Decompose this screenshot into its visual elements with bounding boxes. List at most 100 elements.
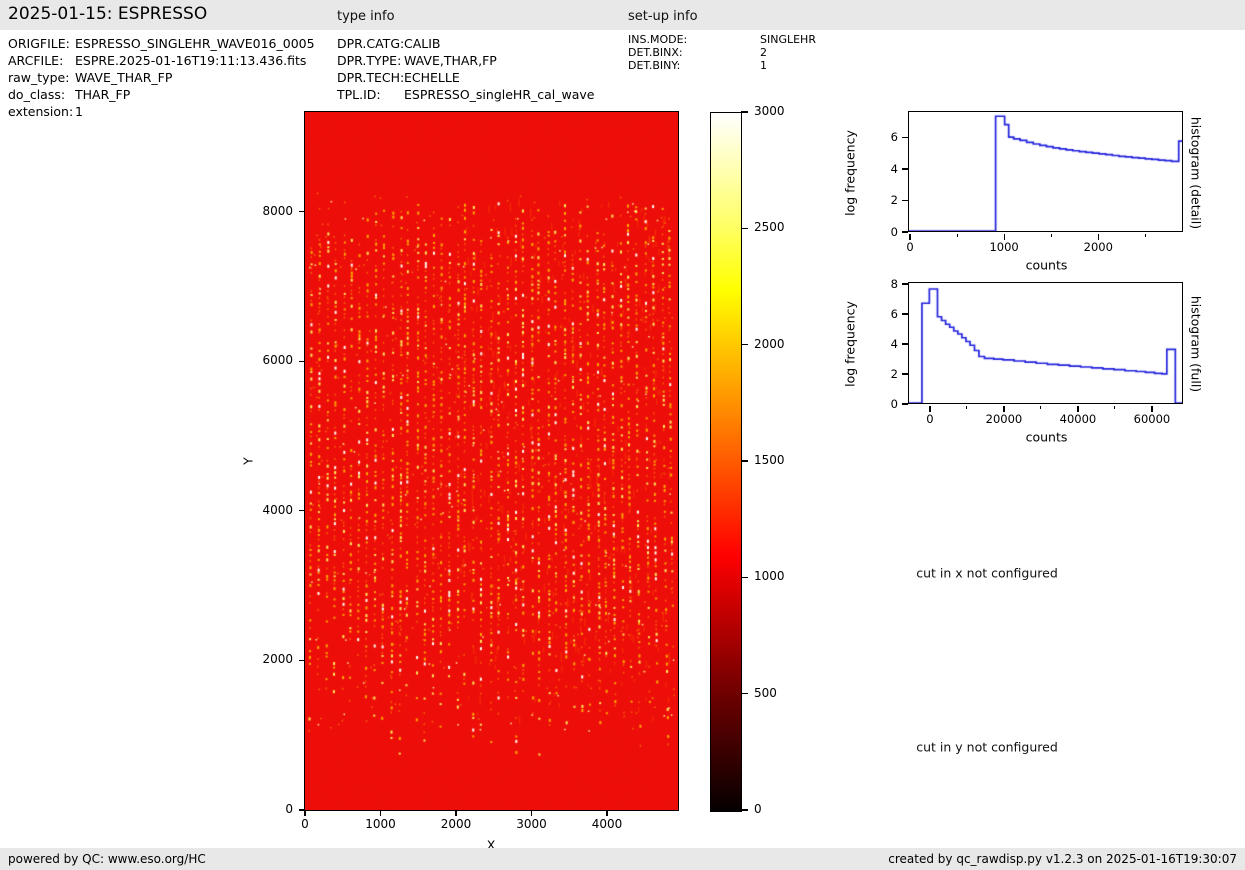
hist-detail-x-tick bbox=[1004, 234, 1005, 240]
raw-image-x-tick bbox=[606, 810, 607, 816]
hist-full-x-tick bbox=[1077, 406, 1078, 412]
raw-image-canvas bbox=[305, 112, 678, 810]
setup-info-block: INS.MODE:SINGLEHRDET.BINX:2DET.BINY:1 bbox=[628, 33, 816, 72]
file-info-row: ORIGFILE:ESPRESSO_SINGLEHR_WAVE016_0005 bbox=[8, 35, 315, 52]
hist-full-x-tick-label: 60000 bbox=[1134, 412, 1171, 426]
type-info-heading: type info bbox=[337, 9, 395, 24]
hist-detail-y-tick-label: 4 bbox=[864, 162, 898, 176]
hist-detail-x-minor-tick bbox=[1145, 234, 1146, 238]
hist-detail-canvas bbox=[909, 112, 1182, 231]
colorbar-tick-label: 2500 bbox=[754, 220, 785, 234]
colorbar-tick bbox=[741, 577, 748, 578]
hist-detail-x-tick-label: 1000 bbox=[989, 240, 1018, 254]
file-info-row: ARCFILE:ESPRE.2025-01-16T19:11:13.436.fi… bbox=[8, 52, 315, 69]
hist-detail-x-tick-label: 2000 bbox=[1084, 240, 1113, 254]
raw-image-y-tick bbox=[299, 211, 305, 212]
hist-full-y-tick bbox=[902, 343, 908, 344]
file-info-block: ORIGFILE:ESPRESSO_SINGLEHR_WAVE016_0005A… bbox=[8, 35, 315, 120]
hist-detail-frame bbox=[908, 111, 1183, 232]
setup-info-row: DET.BINX:2 bbox=[628, 46, 816, 59]
hist-full-ylabel: log frequency bbox=[843, 301, 858, 387]
type-info-label: TPL.ID: bbox=[337, 86, 404, 103]
hist-detail-y-tick bbox=[902, 137, 908, 138]
hist-full-x-minor-tick bbox=[966, 406, 967, 410]
hist-full-x-minor-tick bbox=[1114, 406, 1115, 410]
hist-full-y-tick-label: 8 bbox=[864, 277, 898, 291]
file-info-label: raw_type: bbox=[8, 69, 75, 86]
hist-full-y-tick-label: 2 bbox=[864, 367, 898, 381]
hist-full-x-minor-tick bbox=[1040, 406, 1041, 410]
colorbar-tick bbox=[741, 344, 748, 345]
setup-info-value: 1 bbox=[760, 59, 767, 72]
setup-info-value: SINGLEHR bbox=[760, 33, 816, 46]
file-info-row: do_class:THAR_FP bbox=[8, 86, 315, 103]
hist-full-x-tick bbox=[1003, 406, 1004, 412]
hist-full-y-tick bbox=[902, 373, 908, 374]
file-info-value: THAR_FP bbox=[75, 87, 130, 102]
file-info-value: 1 bbox=[75, 104, 83, 119]
hist-full-canvas bbox=[909, 283, 1182, 403]
type-info-value: WAVE,THAR,FP bbox=[404, 53, 497, 68]
hist-full-x-tick-label: 0 bbox=[926, 412, 933, 426]
raw-image-x-tick-label: 3000 bbox=[516, 817, 547, 831]
setup-info-heading: set-up info bbox=[628, 9, 698, 24]
setup-info-row: INS.MODE:SINGLEHR bbox=[628, 33, 816, 46]
raw-image-y-tick-label: 4000 bbox=[235, 503, 293, 517]
file-info-label: extension: bbox=[8, 103, 75, 120]
hist-detail-y-tick-label: 6 bbox=[864, 130, 898, 144]
hist-detail-ylabel: log frequency bbox=[843, 130, 858, 216]
raw-image-y-tick bbox=[299, 510, 305, 511]
hist-full-x-tick bbox=[1151, 406, 1152, 412]
file-info-label: ORIGFILE: bbox=[8, 35, 75, 52]
file-info-label: do_class: bbox=[8, 86, 75, 103]
raw-image-y-tick-label: 6000 bbox=[235, 353, 293, 367]
raw-image-x-tick bbox=[304, 810, 305, 816]
hist-detail-y-tick-label: 0 bbox=[864, 225, 898, 239]
hist-detail-y-tick bbox=[902, 168, 908, 169]
hist-detail-x-minor-tick bbox=[957, 234, 958, 238]
cut-y-note: cut in y not configured bbox=[916, 740, 1058, 755]
file-info-value: WAVE_THAR_FP bbox=[75, 70, 172, 85]
file-info-row: raw_type:WAVE_THAR_FP bbox=[8, 69, 315, 86]
raw-image-frame bbox=[304, 111, 679, 811]
hist-full-x-tick bbox=[929, 406, 930, 412]
hist-full-x-tick-label: 40000 bbox=[1060, 412, 1097, 426]
hist-detail-x-tick bbox=[909, 234, 910, 240]
raw-image-y-tick bbox=[299, 660, 305, 661]
hist-full-y-tick-label: 4 bbox=[864, 337, 898, 351]
qc-report-page: 2025-01-15: ESPRESSO type info set-up in… bbox=[0, 0, 1245, 870]
colorbar-tick bbox=[741, 460, 748, 461]
raw-image-x-tick bbox=[455, 810, 456, 816]
raw-image-y-tick bbox=[299, 809, 305, 810]
hist-full-x-tick-label: 20000 bbox=[986, 412, 1023, 426]
hist-full-y-tick bbox=[902, 313, 908, 314]
setup-info-value: 2 bbox=[760, 46, 767, 59]
setup-info-label: INS.MODE: bbox=[628, 33, 760, 46]
raw-image-ylabel: Y bbox=[241, 457, 256, 465]
hist-detail-x-minor-tick bbox=[1051, 234, 1052, 238]
cut-x-note: cut in x not configured bbox=[916, 566, 1058, 581]
raw-image-x-tick-label: 0 bbox=[301, 817, 309, 831]
type-info-block: DPR.CATG:CALIBDPR.TYPE:WAVE,THAR,FPDPR.T… bbox=[337, 35, 594, 103]
hist-full-y-tick-label: 0 bbox=[864, 397, 898, 411]
type-info-row: DPR.CATG:CALIB bbox=[337, 35, 594, 52]
type-info-value: ECHELLE bbox=[404, 70, 460, 85]
raw-image-y-tick-label: 2000 bbox=[235, 652, 293, 666]
type-info-value: CALIB bbox=[404, 36, 441, 51]
colorbar-tick-label: 3000 bbox=[754, 104, 785, 118]
colorbar-tick-label: 0 bbox=[754, 802, 762, 816]
colorbar-tick bbox=[741, 111, 748, 112]
colorbar-tick bbox=[741, 693, 748, 694]
footer-credit-right: created by qc_rawdisp.py v1.2.3 on 2025-… bbox=[888, 852, 1237, 866]
raw-image-y-tick bbox=[299, 361, 305, 362]
hist-full-y-tick bbox=[902, 283, 908, 284]
file-info-value: ESPRESSO_SINGLEHR_WAVE016_0005 bbox=[75, 36, 315, 51]
raw-image-x-tick-label: 4000 bbox=[592, 817, 623, 831]
file-info-value: ESPRE.2025-01-16T19:11:13.436.fits bbox=[75, 53, 306, 68]
setup-info-label: DET.BINY: bbox=[628, 59, 760, 72]
type-info-value: ESPRESSO_singleHR_cal_wave bbox=[404, 87, 594, 102]
raw-image-x-tick-label: 2000 bbox=[441, 817, 472, 831]
footer-credit-left: powered by QC: www.eso.org/HC bbox=[8, 852, 206, 866]
type-info-row: DPR.TECH:ECHELLE bbox=[337, 69, 594, 86]
colorbar bbox=[710, 112, 742, 812]
